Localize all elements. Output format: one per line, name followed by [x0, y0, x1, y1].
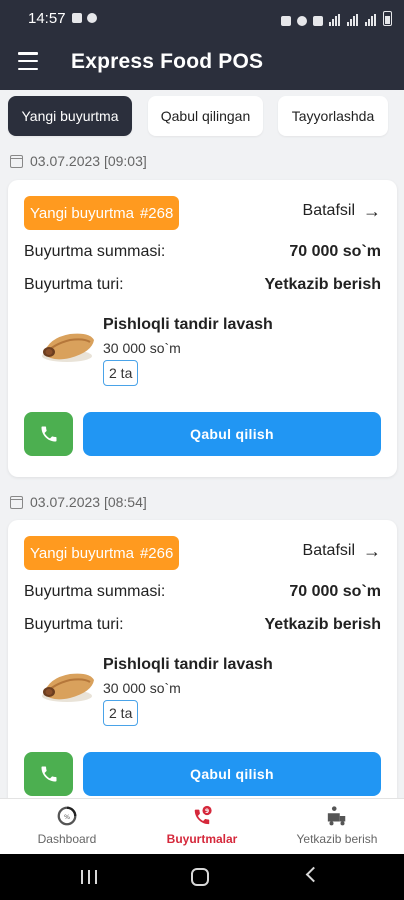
- tab-new-order[interactable]: Yangi buyurtma: [8, 96, 132, 136]
- system-icons: [281, 11, 392, 26]
- wifi-icon: [329, 14, 341, 26]
- product-name: Pishloqli tandir lavash: [103, 656, 273, 673]
- sum-label: Buyurtma summasi:: [24, 583, 166, 600]
- status-bar: 14:57: [0, 0, 404, 34]
- nav-delivery[interactable]: Yetkazib berish: [270, 805, 404, 846]
- details-link[interactable]: Batafsil →: [303, 542, 381, 560]
- nav-orders-label: Buyurtmalar: [166, 832, 238, 846]
- details-label: Batafsil: [302, 202, 355, 219]
- order-sum-row: Buyurtma summasi: 70 000 so`m: [24, 583, 381, 601]
- product-price: 30 000 so`m: [103, 340, 181, 356]
- lavash-image: [42, 333, 94, 362]
- badge-label: Yangi buyurtma: [30, 204, 134, 222]
- nav-delivery-label: Yetkazib berish: [296, 832, 378, 846]
- signal-icon-2: [365, 14, 377, 26]
- order-card: Yangi buyurtma #268 Batafsil → Buyurtma …: [8, 180, 397, 477]
- order-number: #266: [139, 544, 174, 562]
- type-value: Yetkazib berish: [264, 616, 382, 633]
- lock-icon: [281, 16, 291, 26]
- arrow-right-icon: →: [363, 541, 381, 561]
- brightness-icon: [87, 13, 97, 23]
- type-label: Buyurtma turi:: [24, 616, 124, 633]
- type-label: Buyurtma turi:: [24, 276, 124, 293]
- battery-icon: [383, 11, 392, 26]
- product-price: 30 000 so`m: [103, 680, 181, 696]
- system-navigation-bar: [0, 854, 404, 900]
- product-quantity: 2 ta: [103, 360, 139, 386]
- signal-icon: [347, 14, 359, 26]
- details-label: Batafsil: [302, 542, 355, 559]
- order-date-text: 03.07.2023 [09:03]: [30, 153, 147, 169]
- order-date-text: 03.07.2023 [08:54]: [30, 494, 147, 510]
- menu-icon[interactable]: [18, 52, 38, 70]
- order-type-row: Buyurtma turi: Yetkazib berish: [24, 616, 381, 634]
- recents-icon[interactable]: [81, 870, 97, 884]
- svg-text:9: 9: [205, 808, 209, 815]
- page-title: Express Food POS: [71, 50, 264, 73]
- app-bar: Express Food POS: [0, 34, 404, 90]
- status-time: 14:57: [28, 10, 66, 27]
- nav-dashboard-label: Dashboard: [37, 832, 97, 846]
- calendar-icon: [10, 154, 23, 168]
- order-number: #268: [139, 204, 174, 222]
- call-button[interactable]: [24, 752, 73, 796]
- delivery-icon: [327, 806, 346, 826]
- phone-icon: [41, 766, 56, 782]
- order-sum-row: Buyurtma summasi: 70 000 so`m: [24, 243, 381, 261]
- badge-label: Yangi buyurtma: [30, 544, 134, 562]
- product-name: Pishloqli tandir lavash: [103, 316, 273, 333]
- order-card: Yangi buyurtma #266 Batafsil → Buyurtma …: [8, 520, 397, 810]
- orders-icon: 9: [194, 805, 212, 825]
- accept-button[interactable]: Qabul qilish: [83, 412, 381, 456]
- order-date: 03.07.2023 [09:03]: [10, 153, 147, 169]
- silent-icon: [313, 16, 323, 26]
- dashboard-icon: %: [57, 806, 77, 826]
- sum-value: 70 000 so`m: [289, 243, 381, 260]
- tab-preparing[interactable]: Tayyorlashda: [278, 96, 388, 136]
- bottom-navigation: % Dashboard 9 Buyurtmalar Yetkazib beris…: [0, 798, 404, 854]
- home-icon[interactable]: [191, 868, 209, 886]
- notification-icons: [72, 13, 97, 23]
- nav-dashboard[interactable]: % Dashboard: [0, 805, 134, 846]
- accept-button[interactable]: Qabul qilish: [83, 752, 381, 796]
- sum-label: Buyurtma summasi:: [24, 243, 166, 260]
- product-quantity: 2 ta: [103, 700, 139, 726]
- alarm-icon: [297, 16, 307, 26]
- details-link[interactable]: Batafsil →: [303, 202, 381, 220]
- nav-orders[interactable]: 9 Buyurtmalar: [135, 805, 269, 846]
- order-status-tabs: Yangi buyurtma Qabul qilingan Tayyorlash…: [8, 96, 404, 136]
- gallery-icon: [72, 13, 82, 23]
- status-badge: Yangi buyurtma #268: [24, 196, 180, 230]
- svg-text:%: %: [64, 813, 70, 821]
- back-icon[interactable]: [305, 866, 322, 883]
- phone-icon: [41, 426, 56, 442]
- order-date: 03.07.2023 [08:54]: [10, 494, 147, 510]
- arrow-right-icon: →: [363, 201, 381, 221]
- type-value: Yetkazib berish: [264, 276, 382, 293]
- call-button[interactable]: [24, 412, 73, 456]
- lavash-image: [42, 673, 94, 702]
- calendar-icon: [10, 495, 23, 509]
- tab-accepted[interactable]: Qabul qilingan: [148, 96, 263, 136]
- order-type-row: Buyurtma turi: Yetkazib berish: [24, 276, 381, 294]
- sum-value: 70 000 so`m: [289, 583, 381, 600]
- status-badge: Yangi buyurtma #266: [24, 536, 180, 570]
